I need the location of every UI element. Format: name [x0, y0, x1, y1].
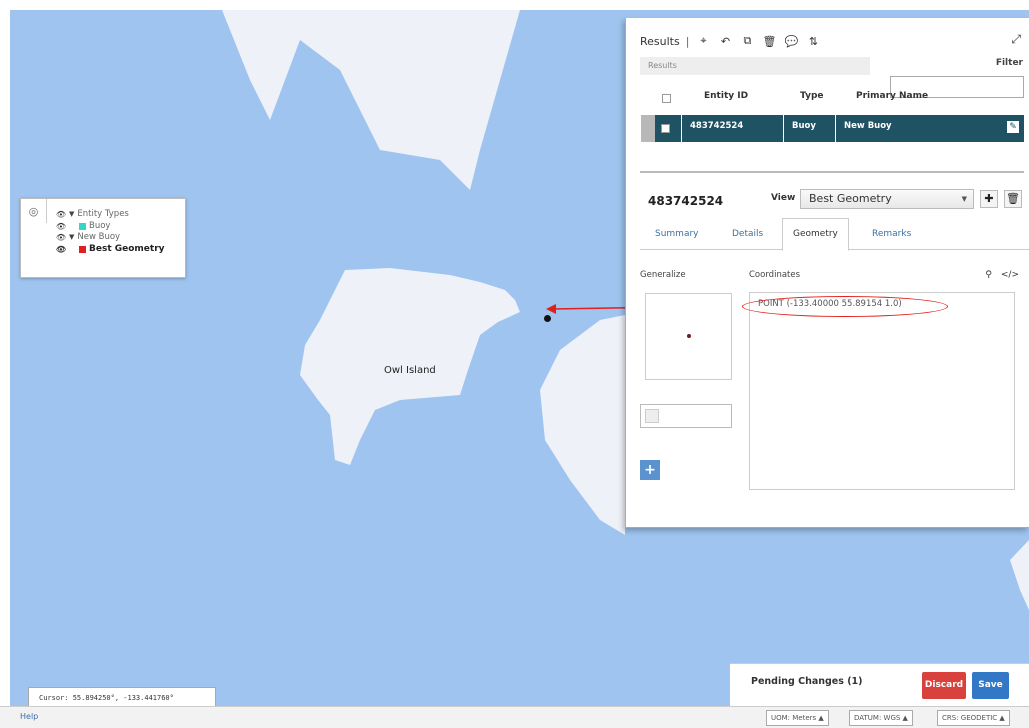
pending-changes-title: Pending Changes (1): [751, 676, 863, 687]
datum-selector[interactable]: DATUM: WGS ▲: [849, 710, 913, 726]
view-label: View: [771, 193, 796, 203]
comment-icon[interactable]: 💬: [783, 33, 799, 49]
cell-entity-id: 483742524: [681, 115, 783, 142]
swatch-buoy: [79, 222, 86, 230]
col-entity-id[interactable]: Entity ID: [704, 91, 748, 101]
code-icon[interactable]: </>: [1001, 270, 1019, 280]
delete-view-button[interactable]: 🗑: [1004, 190, 1022, 208]
generalize-label: Generalize: [640, 270, 686, 280]
generalize-preview: [645, 293, 732, 380]
eye-icon[interactable]: 👁: [53, 209, 69, 220]
layer-label: Best Geometry: [89, 243, 165, 254]
row-checkbox[interactable]: [661, 124, 670, 133]
trash-icon[interactable]: 🗑: [761, 33, 777, 49]
copy-icon[interactable]: ⧉: [739, 33, 755, 49]
map-pin-icon[interactable]: ⚲: [985, 270, 992, 280]
annotation-ellipse: [742, 296, 948, 317]
tab-details[interactable]: Details: [732, 229, 763, 239]
add-geometry-button[interactable]: +: [640, 460, 660, 480]
caret-down-icon: ▼: [961, 195, 967, 203]
land-east-far: [1010, 540, 1029, 610]
caret-down-icon[interactable]: ▼: [69, 232, 74, 243]
layer-row-new-buoy[interactable]: 👁 ▼ New Buoy: [53, 232, 165, 243]
expand-icon[interactable]: ⤢: [1011, 32, 1021, 47]
island-label: Owl Island: [384, 365, 436, 376]
layer-row-entity-types[interactable]: 👁 ▼ Entity Types: [53, 209, 165, 220]
layer-tree: 👁 ▼ Entity Types 👁 Buoy 👁 ▼ New Buoy 👁 B…: [53, 209, 165, 255]
coordinates-label: Coordinates: [749, 270, 801, 280]
status-bar: Help UOM: Meters ▲ DATUM: WGS ▲ CRS: GEO…: [0, 706, 1029, 728]
table-row[interactable]: 483742524 Buoy New Buoy ✎: [641, 115, 1024, 142]
land-east: [540, 315, 625, 535]
buoy-point-marker[interactable]: [544, 315, 551, 322]
results-title: Results: [640, 34, 680, 48]
layer-label: Buoy: [89, 220, 111, 231]
eye-icon[interactable]: 👁: [53, 232, 69, 243]
cell-type: Buoy: [783, 115, 835, 142]
results-panel: Results | ⌖ ↶ ⧉ 🗑 💬 ⇅ ⤢ Results Filter E…: [625, 18, 1029, 528]
undo-icon[interactable]: ↶: [717, 33, 733, 49]
generalize-input[interactable]: [640, 404, 732, 428]
save-button[interactable]: Save: [972, 672, 1009, 699]
swatch-best-geometry: [79, 245, 86, 253]
crs-selector[interactable]: CRS: GEODETIC ▲: [937, 710, 1010, 726]
coordinates-textarea[interactable]: POINT (-133.40000 55.89154 1.0): [742, 292, 1015, 490]
entity-tabs: Summary Details Geometry Remarks: [640, 218, 1029, 251]
caret-down-icon[interactable]: ▼: [69, 209, 74, 220]
pending-changes-bar: Pending Changes (1) Discard Save: [730, 663, 1029, 706]
discard-button[interactable]: Discard: [922, 672, 966, 699]
view-select[interactable]: Best Geometry ▼: [800, 189, 974, 209]
results-toolbar: Results | ⌖ ↶ ⧉ 🗑 💬 ⇅: [640, 33, 827, 49]
land-north: [222, 10, 520, 190]
col-primary-name[interactable]: Primary Name: [856, 91, 928, 101]
uom-selector[interactable]: UOM: Meters ▲: [766, 710, 829, 726]
layer-row-buoy[interactable]: 👁 Buoy: [53, 221, 165, 232]
filter-label: Filter: [995, 58, 1023, 68]
help-link[interactable]: Help: [20, 712, 38, 721]
results-subheader: Results: [640, 57, 870, 75]
entity-id-heading: 483742524: [648, 194, 724, 208]
col-type[interactable]: Type: [800, 91, 823, 101]
annotation-arrow-head: [546, 304, 556, 314]
layer-row-best-geometry[interactable]: 👁 Best Geometry: [53, 244, 165, 255]
coordinate-tools: ⚲ </>: [985, 270, 1019, 280]
layers-icon[interactable]: ◎: [21, 199, 47, 223]
tab-remarks[interactable]: Remarks: [872, 229, 911, 239]
tab-geometry[interactable]: Geometry: [782, 218, 849, 251]
cursor-readout: Cursor: 55.894250°, -133.441760°: [28, 687, 216, 706]
panel-divider: [640, 171, 1024, 173]
eye-icon[interactable]: 👁: [53, 221, 69, 232]
layer-panel: ◎ 👁 ▼ Entity Types 👁 Buoy 👁 ▼ New Buoy 👁: [20, 198, 186, 278]
edit-icon[interactable]: ✎: [1007, 121, 1019, 133]
layer-label: Entity Types: [77, 209, 129, 219]
preview-point: [687, 334, 691, 338]
cell-primary-name: New Buoy: [835, 115, 965, 142]
add-view-button[interactable]: ✚: [980, 190, 998, 208]
crosshair-icon[interactable]: ⌖: [695, 33, 711, 49]
sort-icon[interactable]: ⇅: [805, 33, 821, 49]
tab-summary[interactable]: Summary: [655, 229, 699, 239]
view-select-value: Best Geometry: [809, 192, 892, 205]
layer-label: New Buoy: [77, 232, 121, 242]
eye-icon[interactable]: 👁: [53, 244, 69, 255]
select-all-checkbox[interactable]: [662, 94, 671, 103]
